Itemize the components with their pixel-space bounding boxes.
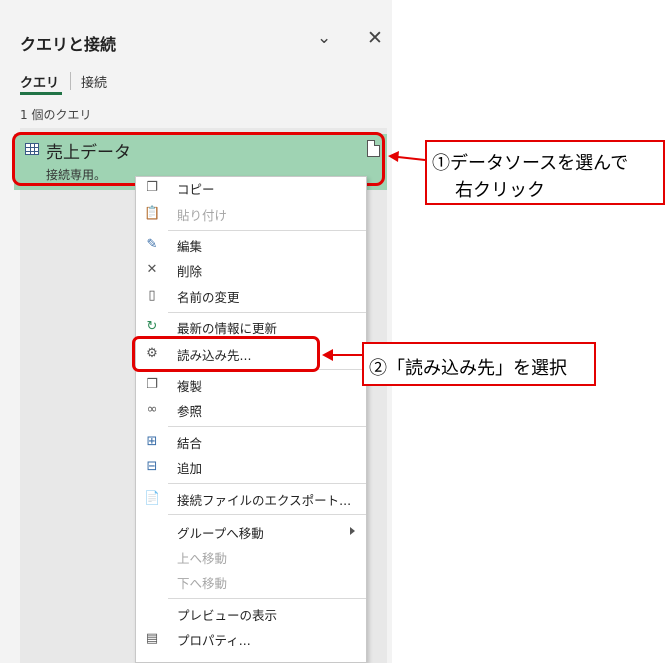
callout-step-2-text: ②「読み込み先」を選択 bbox=[369, 358, 567, 378]
callout-arrow-1-head bbox=[388, 151, 399, 162]
callout-arrows bbox=[322, 151, 426, 361]
callout-step-1: ①データソースを選んで 右クリック bbox=[425, 140, 665, 205]
callout-step-1-line2: 右クリック bbox=[455, 180, 545, 200]
callout-arrow-2-head bbox=[322, 349, 333, 361]
callout-arrow-1-line bbox=[397, 156, 426, 161]
callout-step-1-line1: ①データソースを選んで bbox=[432, 153, 629, 173]
callout-step-2: ②「読み込み先」を選択 bbox=[362, 342, 596, 386]
